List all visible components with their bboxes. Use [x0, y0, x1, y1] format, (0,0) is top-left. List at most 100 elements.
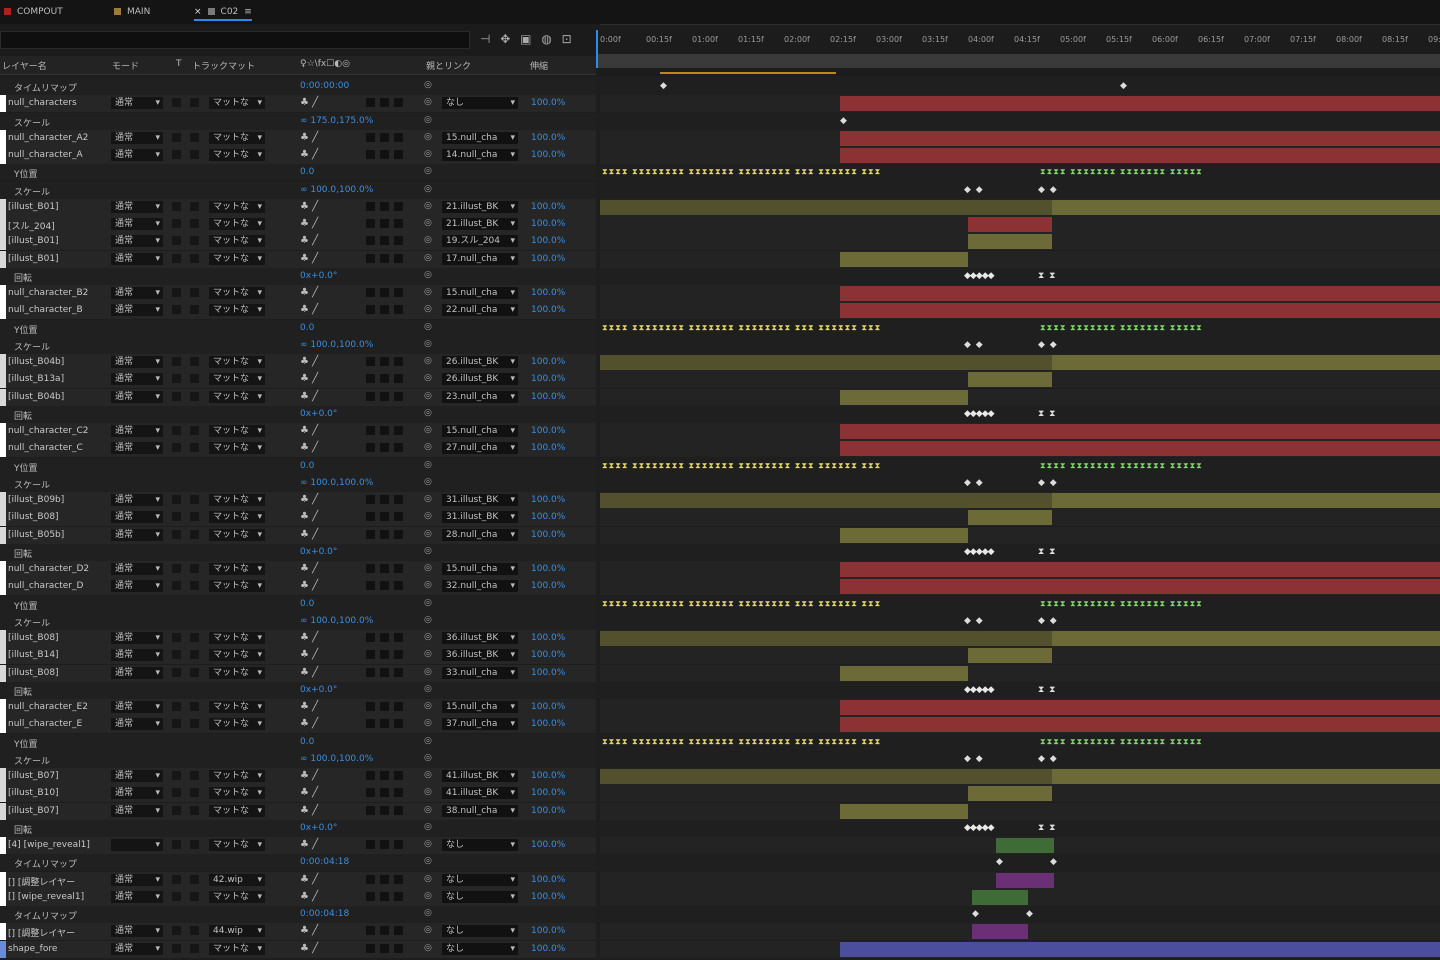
label-color[interactable] — [0, 630, 6, 647]
expression-pickwhip-icon[interactable]: ◎ — [424, 684, 432, 694]
layer-row[interactable]: [illust_B08] 通常 マットな ♣ ╱ ◎ 33.null_cha 100.0% — [0, 664, 1440, 683]
timeline-track[interactable] — [600, 147, 1440, 164]
timeline-track[interactable]: ◆ ◆ — [600, 906, 1440, 923]
switch-box[interactable] — [366, 564, 375, 573]
column-mode[interactable]: モード — [112, 59, 139, 72]
switch-box[interactable] — [380, 650, 389, 660]
track-matte-dropdown[interactable]: 44.wip — [209, 925, 265, 938]
timeline-track[interactable]: ◆ — [600, 112, 1440, 130]
switch-box[interactable] — [366, 357, 375, 366]
shy-icon[interactable]: ♣ ╱ — [300, 287, 318, 298]
timeline-track[interactable] — [600, 768, 1440, 785]
track-matte-dropdown[interactable]: マットな — [209, 770, 265, 782]
preserve-transparency-toggle[interactable] — [190, 667, 199, 677]
mode-dropdown[interactable]: 通常 — [111, 356, 163, 368]
layer-duration-bar[interactable] — [1052, 493, 1440, 508]
stretch-value[interactable]: 100.0% — [531, 219, 565, 229]
timeline-track[interactable] — [600, 302, 1440, 320]
expression-pickwhip-icon[interactable]: ◎ — [424, 339, 432, 349]
switch-box[interactable] — [394, 805, 403, 815]
preserve-transparency-toggle[interactable] — [190, 943, 199, 953]
property-row[interactable]: Y位置 0.0 ◎ ⧗⧗⧗⧗ ⧗⧗⧗⧗⧗⧗⧗⧗ ⧗⧗⧗⧗⧗⧗⧗ ⧗⧗⧗⧗⧗⧗⧗⧗ ⧗⧗… — [0, 733, 1440, 752]
preserve-transparency-toggle[interactable] — [172, 357, 181, 366]
keyframe-icon[interactable]: ◆ — [996, 857, 1004, 867]
parent-dropdown[interactable]: 22.null_cha — [442, 304, 518, 317]
tab-c02[interactable]: × C02 ≡ — [194, 5, 252, 21]
keyframe-icon[interactable]: ◆ ◆ — [964, 185, 984, 195]
stretch-value[interactable]: 100.0% — [531, 771, 565, 781]
preserve-transparency-toggle[interactable] — [190, 788, 199, 798]
property-value[interactable]: 0.0 — [300, 737, 314, 747]
timeline-track[interactable] — [600, 250, 1440, 268]
label-color[interactable] — [0, 664, 6, 682]
track-matte-dropdown[interactable]: マットな — [209, 804, 265, 817]
shy-icon[interactable]: ♣ ╱ — [300, 770, 318, 781]
label-color[interactable] — [0, 768, 6, 785]
layer-duration-bar[interactable] — [840, 424, 1440, 439]
mode-dropdown[interactable]: 通常 — [111, 425, 163, 437]
property-value[interactable]: 0x+0.0° — [300, 685, 337, 695]
mode-dropdown[interactable]: 通常 — [111, 701, 163, 713]
track-matte-dropdown[interactable]: マットな — [209, 632, 265, 644]
layer-row[interactable]: shape_fore 通常 マットな ♣ ╱ ◎ なし 100.0% — [0, 940, 1440, 959]
timeline-track[interactable] — [600, 233, 1440, 251]
shy-icon[interactable]: ♣ ╱ — [300, 511, 318, 522]
mode-dropdown[interactable]: 通常 — [111, 200, 163, 213]
property-row[interactable]: 回転 0x+0.0° ◎ ◆◆◆◆◆ ⧗ ⧗ — [0, 543, 1440, 562]
preserve-transparency-toggle[interactable] — [190, 219, 199, 228]
switch-box[interactable] — [380, 805, 389, 815]
layer-duration-bar[interactable] — [840, 527, 968, 543]
stretch-value[interactable]: 100.0% — [531, 236, 565, 246]
switch-box[interactable] — [366, 650, 375, 660]
layer-row[interactable]: [illust_B13a] 通常 マットな ♣ ╱ ◎ 26.illust_BK 100.0… — [0, 371, 1440, 390]
keyframe-row[interactable]: ⧗⧗⧗⧗ ⧗⧗⧗⧗⧗⧗⧗⧗ ⧗⧗⧗⧗⧗⧗⧗ ⧗⧗⧗⧗⧗⧗⧗⧗ ⧗⧗⧗ ⧗⧗⧗⧗⧗… — [602, 461, 881, 471]
pickwhip-icon[interactable]: ◎ — [424, 442, 432, 452]
pickwhip-icon[interactable]: ◎ — [424, 373, 432, 383]
switch-box[interactable] — [394, 874, 403, 884]
layer-duration-bar[interactable] — [840, 286, 1440, 301]
track-matte-dropdown[interactable]: マットな — [209, 287, 265, 299]
keyframe-cluster[interactable]: ◆◆◆◆◆ — [964, 409, 995, 419]
layer-duration-bar[interactable] — [840, 562, 1440, 577]
preserve-transparency-toggle[interactable] — [172, 150, 181, 159]
track-matte-dropdown[interactable]: マットな — [209, 131, 265, 144]
mode-dropdown[interactable]: 通常 — [111, 873, 163, 886]
mode-dropdown[interactable]: 通常 — [111, 787, 163, 800]
switch-box[interactable] — [366, 236, 375, 246]
preserve-transparency-toggle[interactable] — [172, 702, 181, 711]
switch-box[interactable] — [394, 495, 403, 504]
preserve-transparency-toggle[interactable] — [190, 771, 199, 780]
layer-row[interactable]: [4] [wipe_reveal1] マットな ♣ ╱ ◎ なし 100.0% — [0, 837, 1440, 855]
switch-box[interactable] — [366, 891, 375, 901]
switch-box[interactable] — [366, 426, 375, 435]
pickwhip-icon[interactable]: ◎ — [424, 667, 432, 677]
property-row[interactable]: 回転 0x+0.0° ◎ ◆◆◆◆◆ ⧗ ⧗ — [0, 267, 1440, 286]
layer-name[interactable]: [illust_B08] — [8, 633, 106, 643]
column-layer-name[interactable]: レイヤー名 — [2, 59, 47, 72]
keyframe-cluster[interactable]: ◆◆◆◆◆ — [964, 823, 995, 833]
switch-box[interactable] — [366, 805, 375, 815]
pickwhip-icon[interactable]: ◎ — [424, 925, 432, 935]
switch-box[interactable] — [394, 633, 403, 642]
label-color[interactable] — [0, 388, 6, 406]
switch-box[interactable] — [380, 253, 389, 263]
parent-dropdown[interactable]: 28.null_cha — [442, 528, 518, 541]
property-row[interactable]: タイムリマップ 0:00:04:18 ◎ ◆ ◆ — [0, 854, 1440, 873]
keyframe-icon[interactable]: ◆ ◆ — [964, 340, 984, 350]
switch-box[interactable] — [380, 495, 389, 504]
stretch-value[interactable]: 100.0% — [531, 581, 565, 591]
mode-dropdown[interactable]: 通常 — [111, 770, 163, 782]
preserve-transparency-toggle[interactable] — [190, 201, 199, 211]
expression-pickwhip-icon[interactable]: ◎ — [424, 322, 432, 332]
parent-dropdown[interactable]: 23.null_cha — [442, 390, 518, 403]
pickwhip-icon[interactable]: ◎ — [424, 649, 432, 659]
layer-row[interactable]: null_character_E 通常 マットな ♣ ╱ ◎ 37.null_cha 100… — [0, 716, 1440, 735]
pickwhip-icon[interactable]: ◎ — [424, 874, 432, 884]
layer-duration-bar[interactable] — [840, 389, 968, 405]
pickwhip-icon[interactable]: ◎ — [424, 235, 432, 245]
timeline-track[interactable]: ⧗⧗⧗⧗ ⧗⧗⧗⧗⧗⧗⧗⧗ ⧗⧗⧗⧗⧗⧗⧗ ⧗⧗⧗⧗⧗⧗⧗⧗ ⧗⧗⧗ ⧗⧗⧗⧗⧗… — [600, 319, 1440, 337]
shy-icon[interactable]: ♣ ╱ — [300, 391, 318, 402]
shy-icon[interactable]: ♣ ╱ — [300, 632, 318, 643]
layer-duration-bar[interactable] — [840, 579, 1440, 595]
layer-duration-bar[interactable] — [968, 234, 1052, 250]
